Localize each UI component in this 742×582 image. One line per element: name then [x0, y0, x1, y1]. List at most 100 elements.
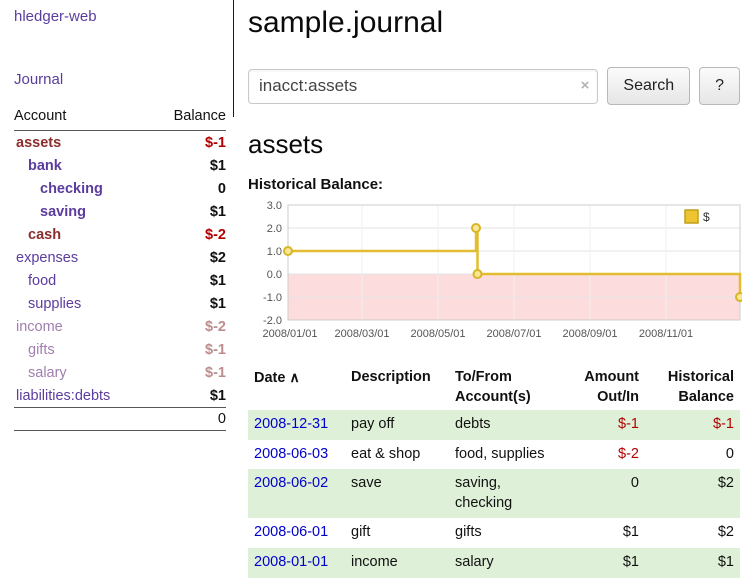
account-row: bank $1 — [14, 154, 226, 177]
account-link-supplies[interactable]: supplies — [28, 296, 81, 312]
chart-title: Historical Balance: — [248, 176, 740, 193]
svg-text:-1.0: -1.0 — [263, 292, 282, 304]
account-balance: 0 — [151, 177, 226, 200]
transaction-date-link[interactable]: 2008-06-01 — [254, 524, 328, 540]
search-button[interactable]: Search — [607, 67, 690, 105]
svg-text:3.0: 3.0 — [267, 200, 282, 212]
main-content: sample.journal × Search ? assets Histori… — [248, 0, 740, 578]
register-header-row: Date∧ Description To/From Account(s) Amo… — [248, 365, 740, 410]
transaction-date-link[interactable]: 2008-12-31 — [254, 416, 328, 432]
accounts-total-balance: 0 — [151, 408, 226, 431]
column-header-amount: Amount Out/In — [561, 365, 645, 410]
transaction-description: pay off — [345, 410, 449, 440]
account-row: checking 0 — [14, 177, 226, 200]
help-button[interactable]: ? — [699, 67, 740, 105]
transaction-balance: $-1 — [645, 410, 740, 440]
transaction-accounts: saving, checking — [449, 469, 561, 518]
account-row: salary $-1 — [14, 361, 226, 384]
transaction-date-link[interactable]: 2008-06-03 — [254, 446, 328, 462]
sidebar: hledger-web Journal Account Balance asse… — [0, 0, 236, 431]
column-header-accounts: To/From Account(s) — [449, 365, 561, 410]
transaction-date-link[interactable]: 2008-01-01 — [254, 554, 328, 570]
svg-text:2008/07/01: 2008/07/01 — [486, 328, 541, 340]
account-balance: $1 — [151, 200, 226, 223]
transaction-date-link[interactable]: 2008-06-02 — [254, 475, 328, 491]
account-heading: assets — [248, 129, 740, 160]
sidebar-item-journal[interactable]: Journal — [14, 71, 226, 88]
accounts-header-account: Account — [14, 106, 151, 131]
account-link-gifts[interactable]: gifts — [28, 342, 55, 358]
account-row: assets $-1 — [14, 131, 226, 155]
account-balance: $-1 — [151, 338, 226, 361]
register-row: 2008-06-02 save saving, checking 0 $2 — [248, 469, 740, 518]
accounts-header-row: Account Balance — [14, 106, 226, 131]
legend-label: $ — [703, 210, 710, 224]
account-balance: $-1 — [151, 131, 226, 155]
account-balance: $-1 — [151, 361, 226, 384]
account-link-expenses[interactable]: expenses — [16, 250, 78, 266]
app-title-link[interactable]: hledger-web — [14, 8, 226, 25]
search-input[interactable] — [248, 69, 598, 104]
column-header-description: Description — [345, 365, 449, 410]
account-link-food[interactable]: food — [28, 273, 56, 289]
column-header-date-label: Date — [254, 370, 285, 386]
svg-text:2008/01/01: 2008/01/01 — [262, 328, 317, 340]
search-box: × — [248, 69, 598, 104]
account-link-bank[interactable]: bank — [28, 158, 62, 174]
transaction-description: gift — [345, 518, 449, 548]
account-balance: $2 — [151, 246, 226, 269]
svg-text:2.0: 2.0 — [267, 223, 282, 235]
column-header-historical-balance: Historical Balance — [645, 365, 740, 410]
clear-search-icon[interactable]: × — [581, 77, 590, 94]
svg-text:2008/05/01: 2008/05/01 — [410, 328, 465, 340]
svg-text:2008/09/01: 2008/09/01 — [562, 328, 617, 340]
transaction-amount: $1 — [561, 518, 645, 548]
sidebar-divider — [233, 0, 234, 117]
transaction-description: eat & shop — [345, 440, 449, 470]
transaction-accounts: gifts — [449, 518, 561, 548]
transaction-balance: 0 — [645, 440, 740, 470]
transaction-amount: $1 — [561, 548, 645, 578]
account-row: food $1 — [14, 269, 226, 292]
chart-y-axis-labels: 3.0 2.0 1.0 0.0 -1.0 -2.0 — [263, 200, 282, 327]
account-row: gifts $-1 — [14, 338, 226, 361]
account-balance: $1 — [151, 292, 226, 315]
account-balance: $-2 — [151, 223, 226, 246]
svg-text:1.0: 1.0 — [267, 246, 282, 258]
transaction-balance: $2 — [645, 469, 740, 518]
accounts-header-balance: Balance — [151, 106, 226, 131]
account-link-income[interactable]: income — [16, 319, 63, 335]
register-row: 2008-01-01 income salary $1 $1 — [248, 548, 740, 578]
account-balance: $1 — [151, 384, 226, 408]
chart-legend: $ — [685, 210, 710, 224]
transaction-description: income — [345, 548, 449, 578]
account-row: income $-2 — [14, 315, 226, 338]
search-form: × Search ? — [248, 67, 740, 105]
account-row: cash $-2 — [14, 223, 226, 246]
transaction-accounts: debts — [449, 410, 561, 440]
account-balance: $1 — [151, 154, 226, 177]
account-link-liabilities-debts[interactable]: liabilities:debts — [16, 388, 110, 404]
svg-text:-2.0: -2.0 — [263, 315, 282, 327]
transaction-amount: $-1 — [561, 410, 645, 440]
register-row: 2008-12-31 pay off debts $-1 $-1 — [248, 410, 740, 440]
register-row: 2008-06-01 gift gifts $1 $2 — [248, 518, 740, 548]
account-link-saving[interactable]: saving — [40, 204, 86, 220]
account-balance: $1 — [151, 269, 226, 292]
transaction-description: save — [345, 469, 449, 518]
svg-text:0.0: 0.0 — [267, 269, 282, 281]
account-link-assets[interactable]: assets — [16, 135, 61, 151]
historical-balance-chart: $ 3.0 2.0 1.0 0.0 -1.0 -2.0 2008/01/01 2… — [248, 199, 742, 349]
account-link-cash[interactable]: cash — [28, 227, 61, 243]
transaction-accounts: food, supplies — [449, 440, 561, 470]
column-header-date[interactable]: Date∧ — [248, 365, 345, 410]
svg-text:2008/11/01: 2008/11/01 — [639, 328, 693, 340]
transaction-accounts: salary — [449, 548, 561, 578]
transaction-amount: 0 — [561, 469, 645, 518]
chart-x-axis-labels: 2008/01/01 2008/03/01 2008/05/01 2008/07… — [262, 328, 693, 340]
account-link-checking[interactable]: checking — [40, 181, 103, 197]
account-row: liabilities:debts $1 — [14, 384, 226, 408]
account-link-salary[interactable]: salary — [28, 365, 67, 381]
account-row: supplies $1 — [14, 292, 226, 315]
legend-swatch — [685, 210, 698, 223]
